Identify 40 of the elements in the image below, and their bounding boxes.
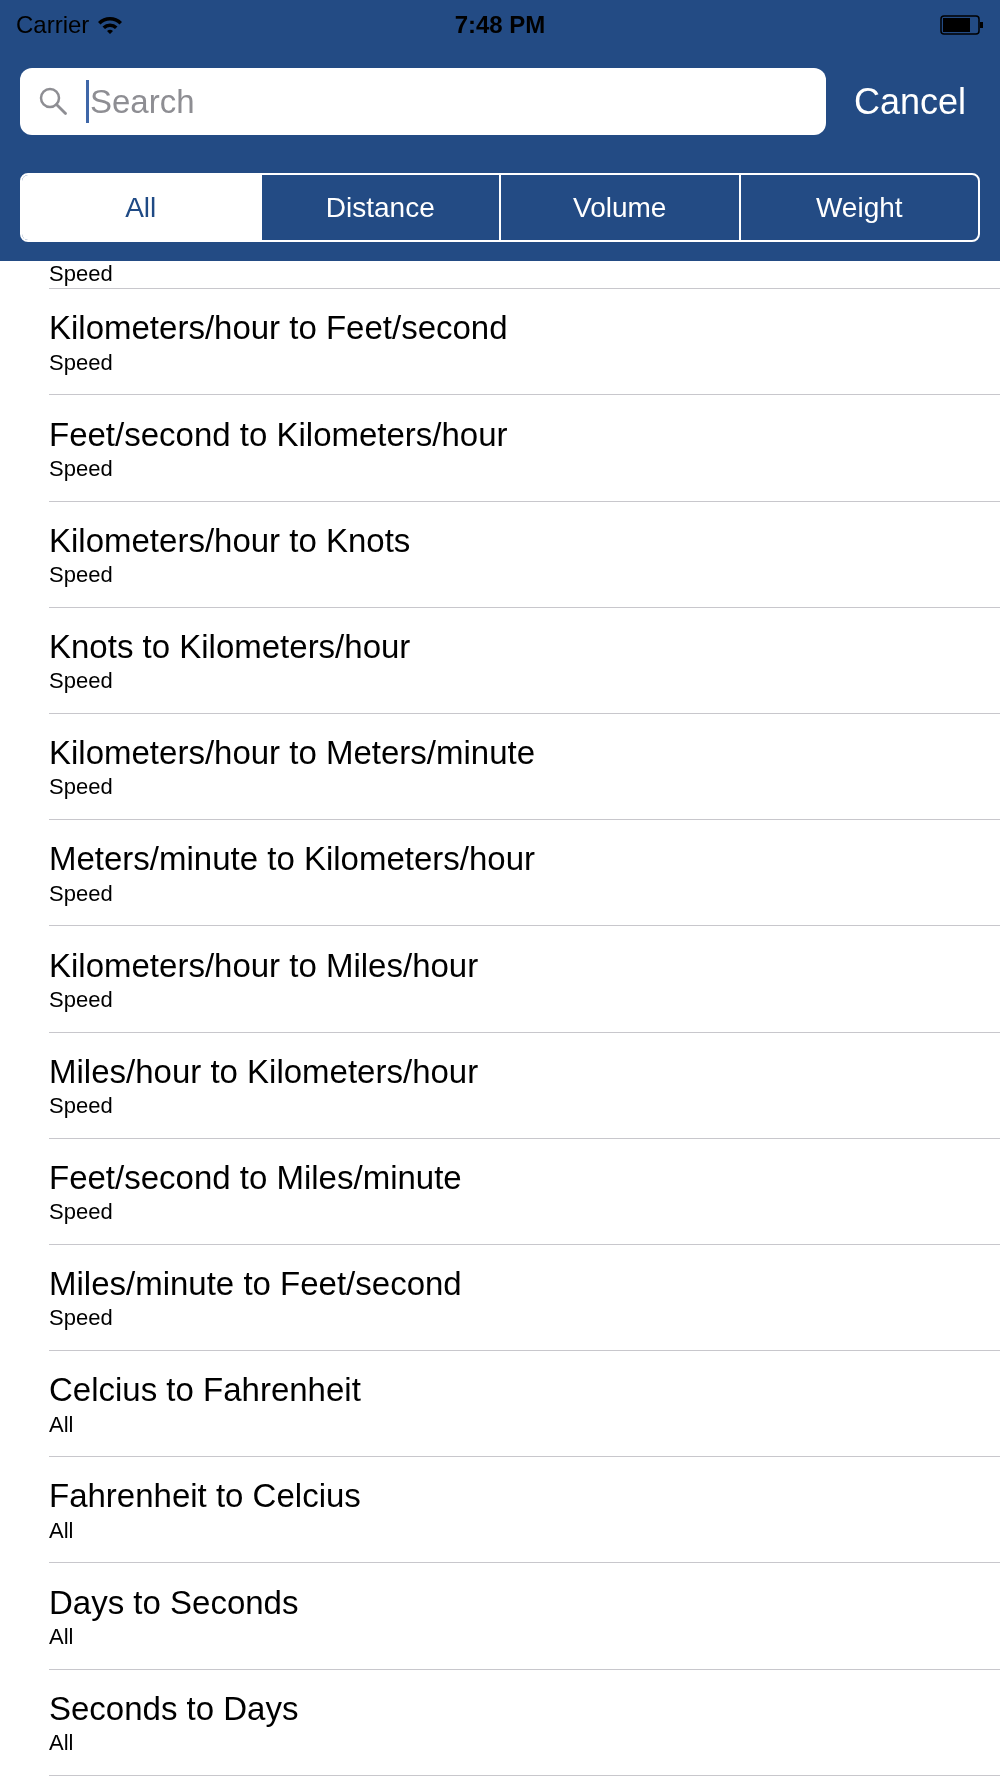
category-label: Speed xyxy=(49,1091,113,1120)
category-label: Speed xyxy=(49,773,113,801)
status-time: 7:48 PM xyxy=(454,10,546,40)
conversion-title[interactable]: Kilometers/hour to Feet/second xyxy=(49,307,508,349)
segment-tab[interactable]: Volume xyxy=(499,175,739,240)
conversion-title[interactable]: Kilometers/hour to Knots xyxy=(49,519,411,562)
wifi-icon xyxy=(97,15,124,35)
category-label: Speed xyxy=(49,1304,113,1332)
category-label: All xyxy=(49,1410,74,1439)
conversion-title[interactable]: Kilometers/hour to Miles/hour xyxy=(49,944,479,986)
segment-tab[interactable]: Weight xyxy=(738,175,978,240)
category-label: All xyxy=(49,1622,74,1651)
carrier-label: Carrier xyxy=(16,10,90,40)
category-label: Speed xyxy=(49,561,113,589)
conversion-title[interactable]: Kilometers/hour to Meters/minute xyxy=(49,732,536,774)
conversion-title[interactable]: Meters/minute to Kilometers/hour xyxy=(49,838,536,880)
category-label: Speed xyxy=(49,667,113,695)
conversion-title[interactable]: Celcius to Fahrenheit xyxy=(49,1369,361,1411)
cancel-button[interactable]: Cancel xyxy=(854,74,967,129)
conversion-title[interactable]: Miles/hour to Kilometers/hour xyxy=(49,1050,479,1092)
category-label: All xyxy=(49,1729,74,1757)
segment-tab[interactable]: All xyxy=(22,175,260,240)
category-label: Speed xyxy=(49,1198,113,1226)
category-label: Speed xyxy=(49,259,113,288)
conversion-title[interactable]: Days to Seconds xyxy=(49,1581,299,1623)
conversion-title[interactable]: Seconds to Days xyxy=(49,1687,299,1730)
battery-icon xyxy=(940,15,984,35)
conversion-title[interactable]: Fahrenheit to Celcius xyxy=(49,1475,361,1517)
conversion-title[interactable]: Feet/second to Miles/minute xyxy=(49,1156,462,1199)
segment-tab[interactable]: Distance xyxy=(259,175,499,240)
category-label: Speed xyxy=(49,348,113,377)
category-label: Speed xyxy=(49,454,113,483)
category-label: Speed xyxy=(49,879,113,908)
search-icon xyxy=(38,86,68,116)
conversion-title[interactable]: Feet/second to Kilometers/hour xyxy=(49,413,508,455)
category-label: Speed xyxy=(49,985,113,1014)
search-field[interactable]: Search xyxy=(20,68,826,135)
conversion-title[interactable]: Miles/minute to Feet/second xyxy=(49,1263,462,1305)
conversion-title[interactable]: Knots to Kilometers/hour xyxy=(49,625,411,668)
category-label: All xyxy=(49,1516,74,1545)
